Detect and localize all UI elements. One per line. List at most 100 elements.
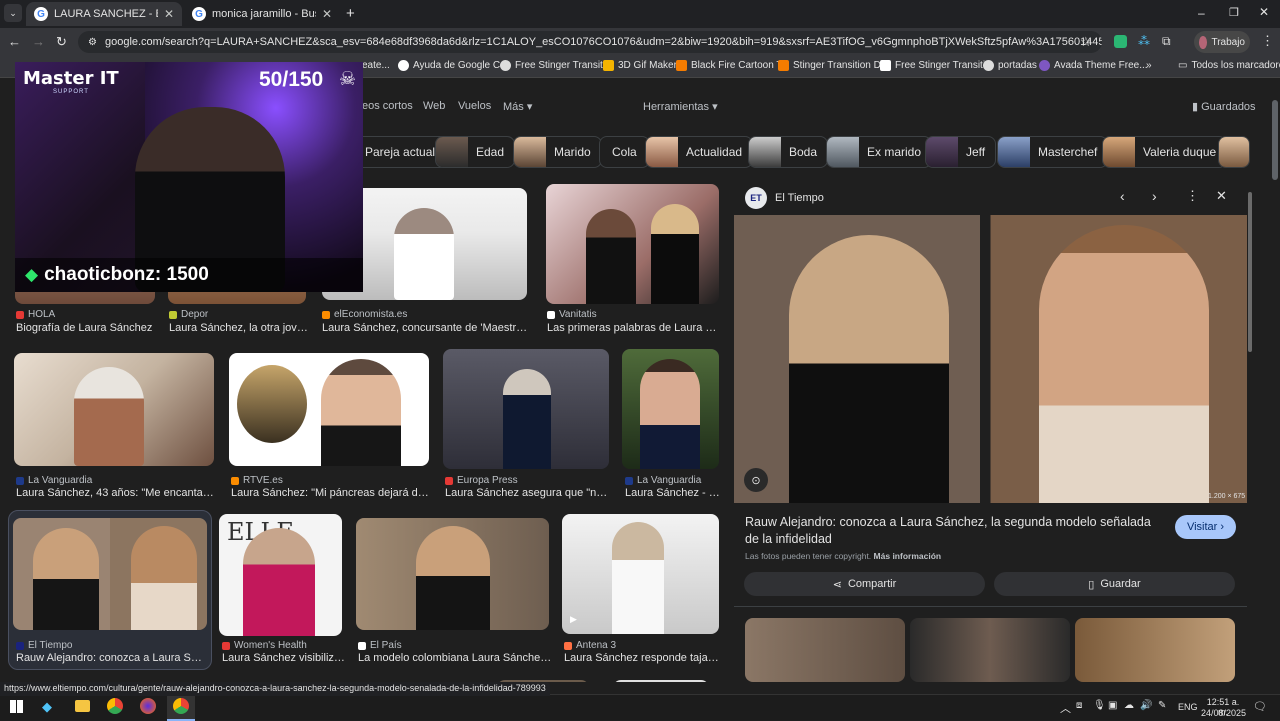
tray-chevron-icon[interactable]: ︿ <box>1060 700 1071 716</box>
volume-icon[interactable]: 🔊 <box>1140 700 1152 711</box>
tab-laura-sanchez[interactable]: G LAURA SANCHEZ - Buscar con G ✕ <box>26 2 182 26</box>
bookmark-item[interactable]: Ayuda de Google C... <box>398 60 508 71</box>
panel-title[interactable]: Rauw Alejandro: conozca a Laura Sánchez,… <box>745 514 1165 548</box>
site-info-icon[interactable]: ⚙ <box>88 37 97 48</box>
extensions-puzzle-icon[interactable]: ⧉ <box>1162 34 1171 49</box>
chip-pareja-actual[interactable]: Pareja actual <box>352 136 449 168</box>
reload-icon[interactable]: ↻ <box>56 34 67 50</box>
panel-scrollbar[interactable] <box>1248 192 1252 352</box>
result-image[interactable] <box>356 518 549 630</box>
result-caption[interactable]: Rauw Alejandro: conozca a Laura Sánch... <box>16 652 206 664</box>
next-icon[interactable]: › <box>1152 188 1157 204</box>
result-image[interactable]: ELLE <box>219 514 342 636</box>
extension-icon[interactable] <box>1114 35 1127 48</box>
chip-boda[interactable]: Boda <box>748 136 829 168</box>
page-scrollbar[interactable] <box>1272 100 1278 180</box>
close-icon[interactable]: ✕ <box>1216 188 1227 204</box>
related-image[interactable] <box>1075 618 1235 682</box>
chip-marido[interactable]: Marido <box>513 136 602 168</box>
tray-icon[interactable]: ▣ <box>1108 700 1117 711</box>
minimize-button[interactable]: – <box>1198 6 1205 20</box>
result-caption[interactable]: La modelo colombiana Laura Sánchez ad... <box>358 652 553 664</box>
menu-icon[interactable]: ⋮ <box>1261 33 1274 49</box>
result-caption[interactable]: Laura Sánchez asegura que "no es... <box>445 487 610 499</box>
visit-button[interactable]: Visitar › <box>1175 515 1236 539</box>
related-image[interactable] <box>745 618 905 682</box>
result-image[interactable] <box>546 184 719 304</box>
result-image[interactable] <box>443 349 609 469</box>
panel-source-name[interactable]: El Tiempo <box>775 192 824 204</box>
result-image[interactable]: ▶ <box>562 514 719 634</box>
tab-monica-jaramillo[interactable]: G monica jaramillo - Buscar con G ✕ <box>184 2 340 26</box>
chip-ex-marido[interactable]: Ex marido <box>826 136 933 168</box>
chip-valeria-duque[interactable]: Valeria duque <box>1102 136 1228 168</box>
app-icon[interactable]: ◆ <box>42 699 52 715</box>
bookmark-item[interactable]: Free Stinger Transiti... <box>500 60 613 71</box>
tab-more[interactable]: Más ▾ <box>503 100 532 113</box>
chrome-icon[interactable] <box>107 698 123 714</box>
result-caption[interactable]: Biografía de Laura Sánchez <box>16 322 156 334</box>
new-tab-button[interactable]: + <box>346 5 355 22</box>
bookmark-item[interactable]: eate... <box>362 60 390 71</box>
more-bookmarks-icon[interactable]: » <box>1146 60 1152 71</box>
clock-date[interactable]: 24/08/2025 <box>1201 708 1246 718</box>
bookmark-star-icon[interactable]: ☆ <box>1080 34 1092 50</box>
all-bookmarks[interactable]: ▭ Todos los marcadores <box>1178 60 1280 71</box>
result-image[interactable] <box>613 680 709 682</box>
file-explorer-icon[interactable] <box>75 700 90 712</box>
result-image[interactable] <box>13 518 207 630</box>
profile-button[interactable]: Trabajo <box>1194 31 1250 53</box>
more-options-icon[interactable]: ⋮ <box>1186 188 1199 204</box>
more-info-link[interactable]: Más información <box>874 551 942 561</box>
tray-icon[interactable]: ⧈ <box>1076 700 1082 711</box>
result-image[interactable] <box>622 349 719 469</box>
share-button[interactable]: ⋖ Compartir <box>744 572 985 596</box>
chip-edad[interactable]: Edad <box>435 136 516 168</box>
chrome-active-icon[interactable] <box>167 695 195 721</box>
prev-icon[interactable]: ‹ <box>1120 188 1125 204</box>
result-caption[interactable]: Laura Sánchez: "Mi páncreas dejará de fu… <box>231 487 431 499</box>
result-caption[interactable]: Laura Sánchez responde tajante ... <box>564 652 719 664</box>
result-caption[interactable]: Laura Sánchez, concursante de 'Maestros … <box>322 322 532 334</box>
close-tab-icon[interactable]: ✕ <box>322 7 332 21</box>
result-caption[interactable]: Laura Sánchez visibiliza ... <box>222 652 347 664</box>
lens-icon[interactable]: ⊙ <box>744 468 768 492</box>
related-image[interactable] <box>910 618 1070 682</box>
maximize-button[interactable]: ❐ <box>1229 6 1239 19</box>
bookmark-item[interactable]: Avada Theme Free... <box>1039 60 1148 71</box>
result-caption[interactable]: Las primeras palabras de Laura Sán... <box>547 322 717 334</box>
bookmark-item[interactable]: portadas <box>983 60 1037 71</box>
chip-masterchef[interactable]: Masterchef <box>997 136 1109 168</box>
windows-start-icon[interactable] <box>10 700 23 713</box>
chip-actualidad[interactable]: Actualidad <box>645 136 754 168</box>
bookmark-item[interactable]: Black Fire Cartoon T... <box>676 60 790 71</box>
cloud-icon[interactable]: ☁ <box>1124 700 1134 711</box>
bookmark-item[interactable]: Stinger Transition Di... <box>778 60 891 71</box>
chip-jeff[interactable]: Jeff <box>925 136 997 168</box>
saved-button[interactable]: ▮ Guardados <box>1192 100 1256 113</box>
close-tab-icon[interactable]: ✕ <box>164 7 174 21</box>
tab-flights[interactable]: Vuelos <box>458 100 491 112</box>
tab-videos[interactable]: eos cortos <box>362 100 413 112</box>
notification-icon[interactable]: 🗨 <box>1253 700 1267 713</box>
back-icon[interactable]: ← <box>8 34 21 49</box>
result-caption[interactable]: Laura Sánchez, la otra joven... <box>169 322 309 334</box>
forward-icon[interactable]: → <box>32 34 45 49</box>
close-window-button[interactable]: ✕ <box>1259 5 1269 19</box>
firefox-icon[interactable] <box>140 698 156 714</box>
pen-icon[interactable]: ✎ <box>1158 700 1166 711</box>
chip-cola[interactable]: Cola <box>599 136 650 168</box>
tab-web[interactable]: Web <box>423 100 445 112</box>
chip-more[interactable] <box>1218 136 1250 168</box>
address-bar[interactable]: ⚙ google.com/search?q=LAURA+SANCHEZ&sca_… <box>78 31 1102 53</box>
tools-button[interactable]: Herramientas ▾ <box>643 100 718 113</box>
result-image[interactable] <box>14 353 214 466</box>
result-caption[interactable]: Laura Sánchez, 43 años: "Me encanta mi p… <box>16 487 216 499</box>
save-button[interactable]: ▯ Guardar <box>994 572 1235 596</box>
extension-icon[interactable]: ⁂ <box>1138 34 1150 48</box>
result-caption[interactable]: Laura Sánchez - Bi... <box>625 487 720 499</box>
bookmark-item[interactable]: 3D Gif Maker <box>603 60 677 71</box>
bookmark-item[interactable]: Free Stinger Transiti... <box>880 60 993 71</box>
result-image[interactable] <box>229 353 429 466</box>
tab-search-button[interactable]: ⌄ <box>4 4 22 22</box>
